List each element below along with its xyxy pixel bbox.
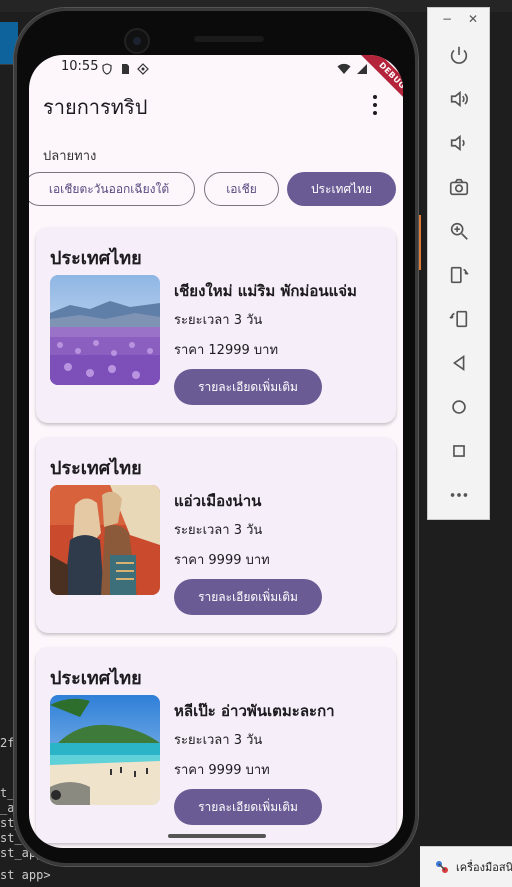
- trip-country: ประเทศไทย: [50, 458, 142, 479]
- trip-name: หลีเป๊ะ อ่าวพันเตมะละกา: [174, 702, 335, 720]
- shield-icon: [101, 60, 113, 75]
- destination-chips: เอเชียตะวันออกเฉียงใต้ เอเชีย ประเทศไทย: [29, 172, 403, 208]
- chip-southeast-asia[interactable]: เอเชียตะวันออกเฉียงใต้: [29, 172, 195, 206]
- wifi-icon: [337, 60, 351, 79]
- app-bar: รายการทริป: [29, 81, 403, 131]
- close-icon[interactable]: ✕: [468, 12, 478, 26]
- trip-image-beach-island: [50, 695, 160, 805]
- page-title: รายการทริป: [43, 95, 148, 119]
- status-time: 10:55: [61, 59, 99, 74]
- rotate-right-icon[interactable]: [444, 304, 474, 334]
- trip-price: ราคา 9999 บาท: [174, 553, 270, 568]
- trip-card[interactable]: ประเทศไทย เชียงใหม่ แม่ริม พักม่อนแจ่ม ร…: [36, 227, 396, 423]
- trip-image-lavender-field: [50, 275, 160, 385]
- minimize-icon[interactable]: −: [442, 12, 452, 26]
- taskbar-item[interactable]: เครื่องมือสนิ: [420, 846, 512, 887]
- home-icon[interactable]: [444, 392, 474, 422]
- gesture-home-indicator[interactable]: [168, 834, 266, 838]
- trip-price: ราคา 12999 บาท: [174, 343, 279, 358]
- destination-filter-label: ปลายทาง: [43, 149, 97, 164]
- zoom-in-icon[interactable]: [444, 216, 474, 246]
- volume-down-icon[interactable]: [444, 128, 474, 158]
- camera-icon[interactable]: [444, 172, 474, 202]
- overview-icon[interactable]: [444, 436, 474, 466]
- volume-up-icon[interactable]: [444, 84, 474, 114]
- signal-icon: [356, 60, 368, 79]
- trip-country: ประเทศไทย: [50, 668, 142, 689]
- data-saver-icon: [137, 60, 149, 75]
- trip-details-button[interactable]: รายละเอียดเพิ่มเติม: [174, 369, 322, 405]
- trip-details-button[interactable]: รายละเอียดเพิ่มเติม: [174, 789, 322, 825]
- front-camera: [126, 30, 148, 52]
- chip-thailand[interactable]: ประเทศไทย: [287, 172, 396, 206]
- back-icon[interactable]: [444, 348, 474, 378]
- status-notifications: [101, 60, 149, 75]
- power-icon[interactable]: [444, 40, 474, 70]
- earpiece-speaker: [194, 36, 264, 42]
- trip-country: ประเทศไทย: [50, 248, 142, 269]
- console-line: st app>: [0, 868, 51, 882]
- trip-name: แอ่วเมืองน่าน: [174, 492, 262, 510]
- trip-duration: ระยะเวลา 3 วัน: [174, 733, 263, 748]
- taskbar-label: เครื่องมือสนิ: [456, 861, 512, 874]
- trip-card[interactable]: ประเทศไทย แอ่วเมืองน่าน ระยะเวลา 3 วัน ร…: [36, 437, 396, 633]
- rotate-left-icon[interactable]: [444, 260, 474, 290]
- sd-card-icon: [119, 60, 131, 74]
- trip-card[interactable]: ประเทศไทย หลีเป๊ะ อ่าวพันเตมะละกา ระยะเว…: [36, 647, 396, 843]
- trip-price: ราคา 9999 บาท: [174, 763, 270, 778]
- more-icon[interactable]: [444, 480, 474, 510]
- status-bar: 10:55 DEBUG: [29, 55, 403, 113]
- console-line: 2f: [0, 736, 15, 750]
- app-screen: 10:55 DEBUG รายการทริป ปลายทาง เอเชียตะว…: [29, 55, 403, 848]
- status-system-icons: [337, 60, 368, 79]
- trip-image-nan-mural: [50, 485, 160, 595]
- trip-duration: ระยะเวลา 3 วัน: [174, 313, 263, 328]
- emulator-toolbar: − ✕: [427, 7, 490, 520]
- trip-details-button[interactable]: รายละเอียดเพิ่มเติม: [174, 579, 322, 615]
- tool-icon: [434, 859, 450, 875]
- trip-duration: ระยะเวลา 3 วัน: [174, 523, 263, 538]
- trip-name: เชียงใหม่ แม่ริม พักม่อนแจ่ม: [174, 282, 357, 300]
- chip-asia[interactable]: เอเชีย: [204, 172, 279, 206]
- more-vert-icon[interactable]: [371, 95, 379, 115]
- console-line: t_: [0, 786, 15, 800]
